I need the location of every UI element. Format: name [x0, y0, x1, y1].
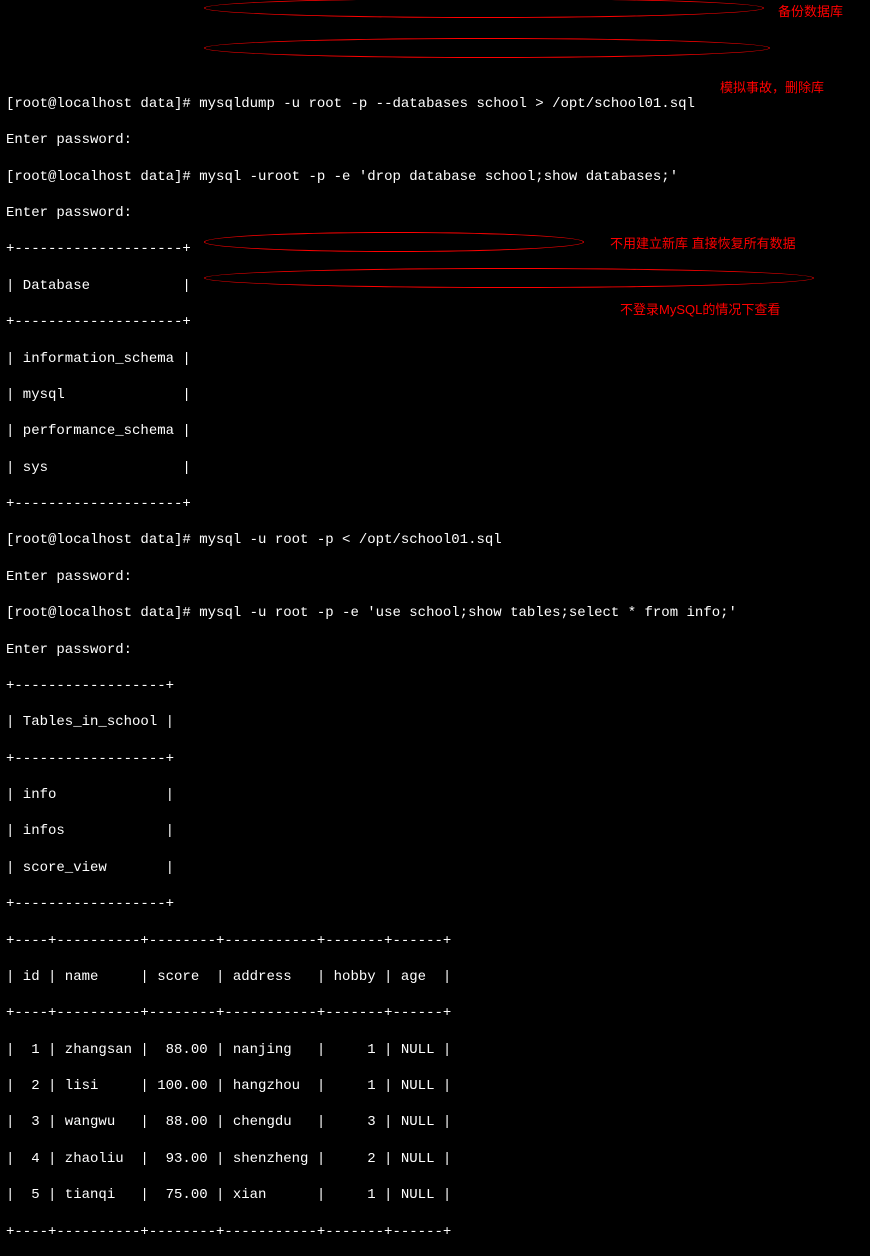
table-row: | 5 | tianqi | 75.00 | xian | 1 | NULL |	[6, 1186, 864, 1204]
table-row: | 4 | zhaoliu | 93.00 | shenzheng | 2 | …	[6, 1150, 864, 1168]
table-border: +----+----------+--------+-----------+--…	[6, 1004, 864, 1022]
table-border: +------------------+	[6, 677, 864, 695]
table-header: | Tables_in_school |	[6, 713, 864, 731]
shell-prompt: [root@localhost data]#	[6, 605, 199, 621]
table-border: +------------------+	[6, 750, 864, 768]
table-header: | id | name | score | address | hobby | …	[6, 968, 864, 986]
table-row: | 2 | lisi | 100.00 | hangzhou | 1 | NUL…	[6, 1077, 864, 1095]
annotation-backup: 备份数据库	[778, 4, 843, 21]
table-row: | infos |	[6, 822, 864, 840]
table-row: | info |	[6, 786, 864, 804]
annotation-simulate-delete: 模拟事故，删除库	[720, 80, 824, 97]
shell-prompt: [root@localhost data]#	[6, 169, 199, 185]
table-border: +----+----------+--------+-----------+--…	[6, 932, 864, 950]
table-row: | mysql |	[6, 386, 864, 404]
table-row: | information_schema |	[6, 350, 864, 368]
annotation-view-without-login: 不登录MySQL的情况下查看	[620, 302, 780, 319]
command-verify[interactable]: mysql -u root -p -e 'use school;show tab…	[199, 605, 737, 621]
highlight-oval	[204, 38, 770, 58]
table-border: +------------------+	[6, 895, 864, 913]
terminal-line: [root@localhost data]# mysql -uroot -p -…	[6, 168, 864, 186]
table-row: | sys |	[6, 459, 864, 477]
table-row: | score_view |	[6, 859, 864, 877]
annotation-restore: 不用建立新库 直接恢复所有数据	[610, 236, 796, 253]
password-prompt: Enter password:	[6, 568, 864, 586]
table-row: | 3 | wangwu | 88.00 | chengdu | 3 | NUL…	[6, 1113, 864, 1131]
command-drop[interactable]: mysql -uroot -p -e 'drop database school…	[199, 169, 678, 185]
shell-prompt: [root@localhost data]#	[6, 96, 199, 112]
table-row: | 1 | zhangsan | 88.00 | nanjing | 1 | N…	[6, 1041, 864, 1059]
table-border: +----+----------+--------+-----------+--…	[6, 1223, 864, 1241]
table-header: | Database |	[6, 277, 864, 295]
password-prompt: Enter password:	[6, 131, 864, 149]
terminal-line: [root@localhost data]# mysql -u root -p …	[6, 531, 864, 549]
command-dump[interactable]: mysqldump -u root -p --databases school …	[199, 96, 695, 112]
password-prompt: Enter password:	[6, 641, 864, 659]
table-border: +--------------------+	[6, 495, 864, 513]
terminal-line: [root@localhost data]# mysqldump -u root…	[6, 95, 864, 113]
password-prompt: Enter password:	[6, 204, 864, 222]
command-restore[interactable]: mysql -u root -p < /opt/school01.sql	[199, 532, 501, 548]
shell-prompt: [root@localhost data]#	[6, 532, 199, 548]
table-row: | performance_schema |	[6, 422, 864, 440]
highlight-oval	[204, 0, 764, 18]
terminal-line: [root@localhost data]# mysql -u root -p …	[6, 604, 864, 622]
